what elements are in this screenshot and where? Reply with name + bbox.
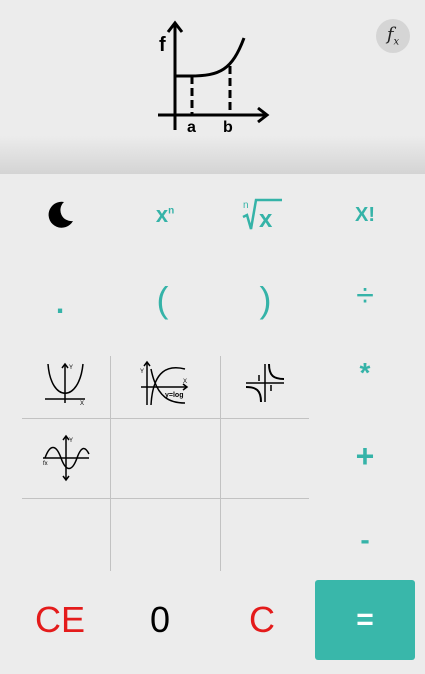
svg-text:n: n bbox=[243, 200, 249, 211]
plus-label: + bbox=[355, 437, 375, 474]
factorial-button[interactable]: X! bbox=[325, 185, 405, 245]
right-paren-label: ) bbox=[259, 279, 272, 320]
clear-entry-label: CE bbox=[34, 599, 85, 640]
zero-button[interactable]: 0 bbox=[120, 590, 200, 650]
fx-icon: fx bbox=[386, 24, 400, 48]
dot-label: . bbox=[55, 287, 65, 320]
sine-graph-icon: Y fx bbox=[43, 434, 90, 482]
grid-divider bbox=[110, 356, 111, 571]
divide-label: ÷ bbox=[356, 276, 374, 313]
theme-toggle-button[interactable] bbox=[20, 185, 100, 245]
plus-button[interactable]: + bbox=[325, 432, 405, 480]
hyperbola-graph-button[interactable] bbox=[222, 350, 308, 416]
right-paren-button[interactable]: ) bbox=[228, 270, 303, 330]
clear-button[interactable]: C bbox=[222, 590, 302, 650]
factorial-label: X! bbox=[355, 203, 375, 226]
log-graph-icon: Y X y=log bbox=[140, 360, 189, 406]
moon-icon bbox=[48, 201, 73, 228]
logo-b-label: b bbox=[223, 119, 233, 136]
clear-entry-button[interactable]: CE bbox=[20, 590, 100, 650]
logo-a-label: a bbox=[187, 119, 196, 136]
parabola-graph-button[interactable]: Y X bbox=[22, 350, 110, 416]
sine-graph-button[interactable]: Y fx bbox=[22, 420, 110, 496]
logo-f-label: f bbox=[159, 34, 166, 56]
svg-text:X: X bbox=[80, 401, 84, 405]
function-graph-logo: f a b bbox=[158, 20, 270, 136]
log-graph-label: y=log bbox=[165, 392, 183, 399]
grid-divider bbox=[22, 498, 309, 499]
root-icon: n x bbox=[241, 198, 282, 233]
parabola-graph-icon: Y X bbox=[45, 362, 85, 405]
log-graph-button[interactable]: Y X y=log bbox=[112, 350, 218, 416]
left-paren-button[interactable]: ( bbox=[125, 270, 200, 330]
equals-button[interactable]: = bbox=[315, 580, 415, 660]
svg-text:x: x bbox=[259, 206, 273, 233]
left-paren-label: ( bbox=[156, 279, 169, 320]
minus-label: - bbox=[360, 524, 370, 555]
grid-divider bbox=[220, 356, 221, 571]
root-button[interactable]: n x bbox=[220, 185, 305, 245]
multiply-label: * bbox=[359, 357, 371, 388]
hyperbola-graph-icon bbox=[245, 363, 285, 403]
minus-button[interactable]: - bbox=[325, 520, 405, 560]
power-label: xn bbox=[155, 202, 175, 227]
header-panel: f a b fx bbox=[0, 0, 425, 174]
grid-divider bbox=[22, 418, 309, 419]
zero-label: 0 bbox=[149, 599, 171, 640]
svg-text:X: X bbox=[183, 379, 187, 385]
multiply-button[interactable]: * bbox=[325, 350, 405, 390]
dot-button[interactable]: . bbox=[20, 270, 100, 330]
function-button[interactable]: fx bbox=[376, 19, 410, 53]
svg-text:fx: fx bbox=[43, 461, 48, 467]
clear-label: C bbox=[249, 599, 275, 640]
svg-text:Y: Y bbox=[69, 438, 73, 444]
equals-label: = bbox=[356, 603, 374, 636]
power-button[interactable]: xn bbox=[125, 185, 205, 245]
svg-text:Y: Y bbox=[69, 365, 73, 371]
divide-button[interactable]: ÷ bbox=[325, 270, 405, 320]
svg-text:Y: Y bbox=[140, 369, 144, 375]
